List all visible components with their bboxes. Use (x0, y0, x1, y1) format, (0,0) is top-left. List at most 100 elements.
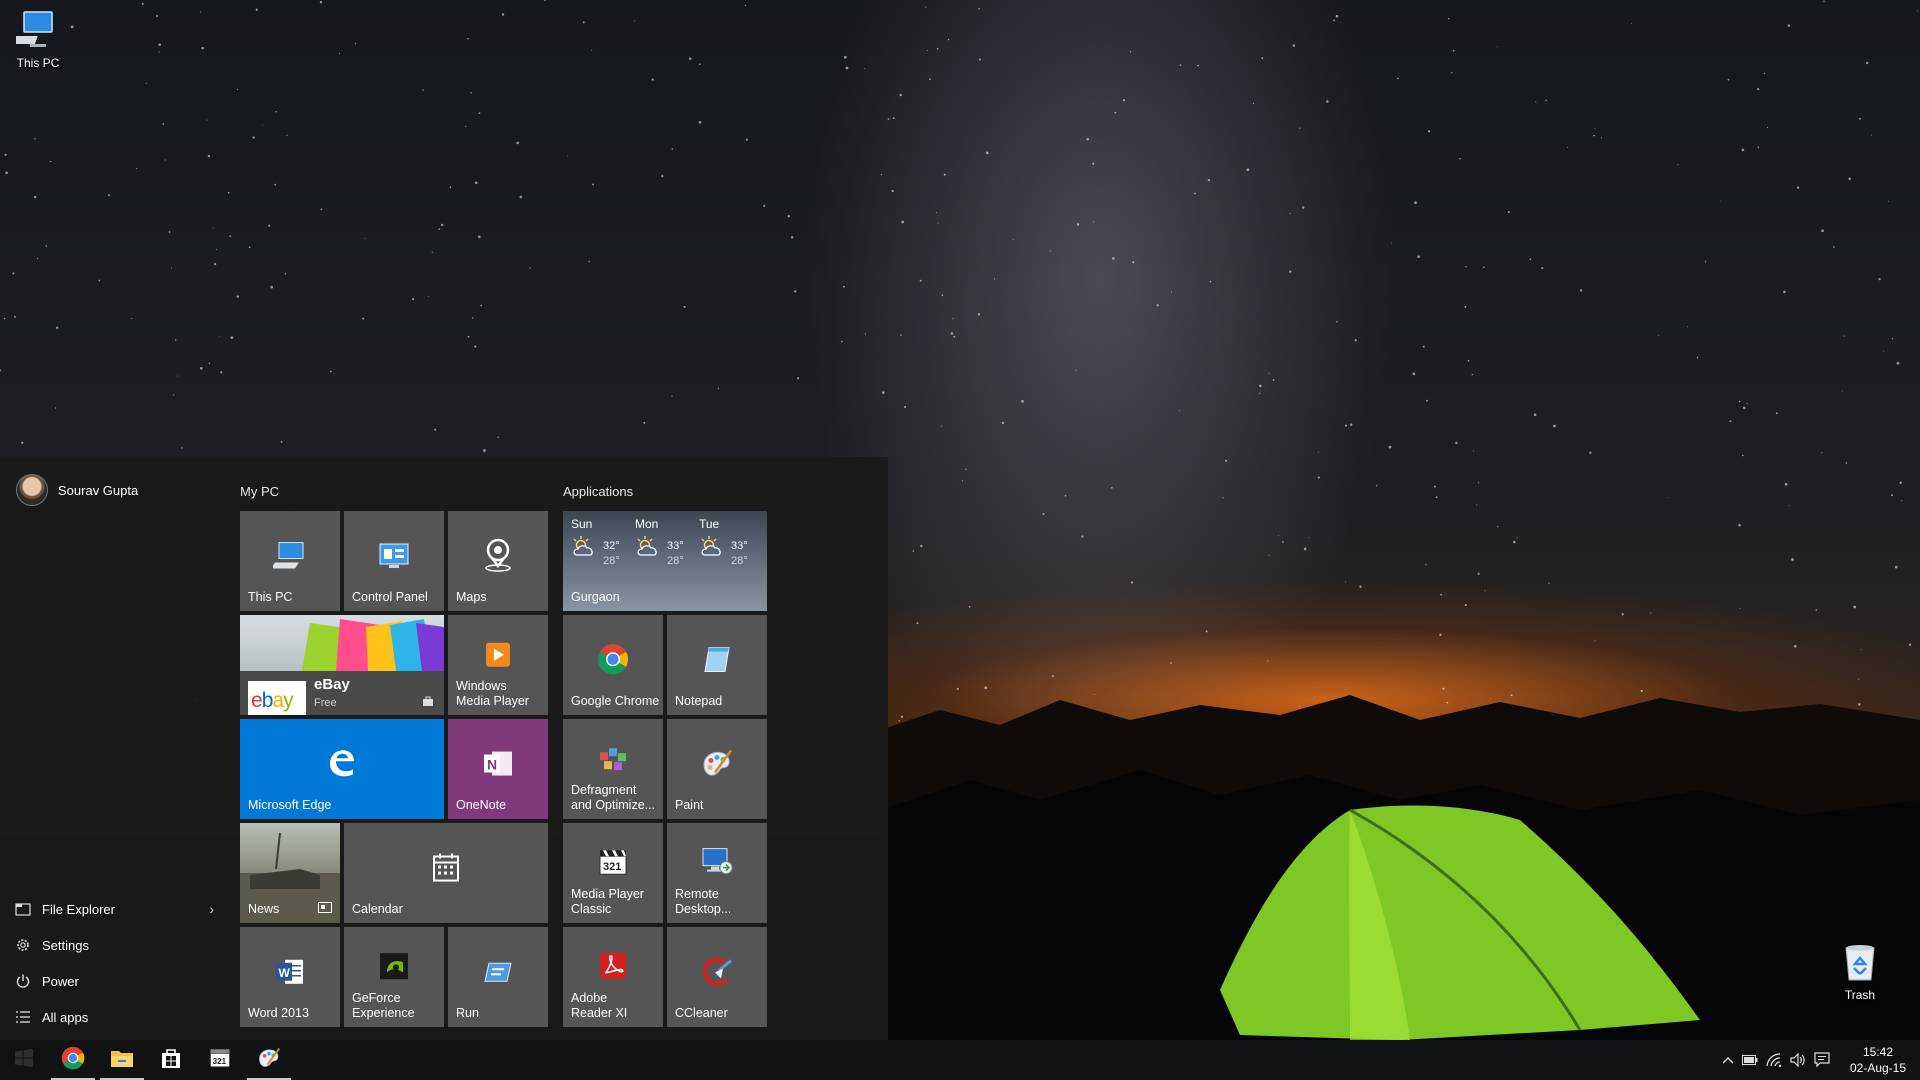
taskbar-media-player-classic[interactable]: 321 (196, 1040, 244, 1080)
word-icon: W (275, 958, 305, 989)
wifi-icon[interactable] (1764, 1050, 1784, 1070)
left-item-power[interactable]: Power (14, 972, 214, 990)
desktop-icon-this-pc[interactable]: This PC (0, 8, 76, 70)
weather-day: Tue 33° 28° (699, 517, 748, 567)
onenote-icon: N (482, 749, 514, 782)
left-item-label: Settings (42, 937, 89, 953)
taskbar-paint[interactable] (245, 1040, 293, 1080)
control-panel-icon (379, 543, 409, 572)
taskbar-chrome[interactable] (49, 1040, 97, 1080)
this-pc-icon (271, 541, 307, 574)
left-item-label: File Explorer (42, 901, 115, 917)
tile-geforce-experience[interactable]: GeForce Experience (344, 927, 444, 1027)
start-button[interactable] (0, 1040, 48, 1080)
action-center-icon[interactable] (1812, 1050, 1832, 1070)
news-badge-icon (318, 902, 332, 916)
edge-icon (326, 747, 358, 782)
weather-location: Gurgaon (571, 590, 620, 604)
ebay-banner-image (240, 615, 444, 671)
start-menu: Sourav Gupta File Explorer › Settings Po… (0, 457, 888, 1040)
left-item-all-apps[interactable]: All apps (14, 1008, 214, 1026)
tile-adobe-reader[interactable]: Adobe Reader XI (563, 927, 663, 1027)
store-bag-icon (422, 695, 434, 710)
tile-ebay[interactable]: ebay eBay Free (240, 615, 444, 715)
tile-notepad[interactable]: Notepad (667, 615, 767, 715)
media-player-classic-icon: 321 (598, 848, 628, 879)
partly-cloudy-icon (571, 536, 599, 560)
adobe-reader-icon (598, 951, 628, 984)
notepad-icon (703, 645, 731, 678)
svg-text:N: N (487, 757, 497, 773)
desktop-icon-label: This PC (16, 56, 60, 70)
taskbar-clock[interactable]: 15:42 02-Aug-15 (1840, 1044, 1916, 1076)
power-icon (14, 972, 32, 990)
tile-maps[interactable]: Maps (448, 511, 548, 611)
battery-icon[interactable] (1740, 1050, 1760, 1070)
tile-news[interactable]: News (240, 823, 340, 923)
file-explorer-icon (14, 900, 32, 918)
group-title-applications: Applications (563, 484, 634, 499)
paint-icon (701, 749, 733, 782)
file-explorer-icon (110, 1048, 134, 1073)
ebay-app-name: eBay (314, 676, 350, 693)
user-account[interactable]: Sourav Gupta (16, 474, 138, 506)
chevron-right-icon[interactable]: › (209, 901, 214, 917)
run-icon (483, 960, 513, 987)
tile-control-panel[interactable]: Control Panel (344, 511, 444, 611)
left-item-label: Power (42, 973, 79, 989)
nvidia-icon (379, 952, 409, 983)
left-item-settings[interactable]: Settings (14, 936, 214, 954)
tile-remote-desktop[interactable]: Remote Desktop... (667, 823, 767, 923)
tile-media-player-classic[interactable]: 321 Media Player Classic (563, 823, 663, 923)
gear-icon (14, 936, 32, 954)
partly-cloudy-icon (699, 536, 727, 560)
this-pc-icon (6, 8, 60, 52)
windows-media-player-icon (485, 642, 511, 671)
tile-weather[interactable]: Sun 32° 28° Mon 33° 28° Tue 33° 28° Gurgaon (563, 511, 767, 611)
remote-desktop-icon (701, 847, 733, 880)
tile-windows-media-player[interactable]: Windows Media Player (448, 615, 548, 715)
group-title-my-pc: My PC (240, 484, 279, 499)
chevron-up-icon[interactable] (1718, 1050, 1738, 1070)
volume-icon[interactable] (1788, 1050, 1808, 1070)
partly-cloudy-icon (635, 536, 663, 560)
svg-text:321: 321 (213, 1056, 227, 1065)
ebay-logo: ebay (248, 681, 306, 715)
tile-microsoft-edge[interactable]: Microsoft Edge (240, 719, 444, 819)
tile-google-chrome[interactable]: Google Chrome (563, 615, 663, 715)
avatar (16, 474, 48, 506)
store-icon (160, 1047, 182, 1074)
tile-word-2013[interactable]: W Word 2013 (240, 927, 340, 1027)
clock-date: 02-Aug-15 (1849, 1061, 1907, 1075)
media-player-classic-icon: 321 (209, 1047, 231, 1074)
ebay-price: Free (314, 697, 337, 709)
tile-calendar[interactable]: Calendar (344, 823, 548, 923)
tile-this-pc[interactable]: This PC (240, 511, 340, 611)
start-icon (15, 1048, 33, 1072)
taskbar: 321 15:42 02-Aug-15 (0, 1040, 1920, 1080)
ccleaner-icon (701, 957, 733, 990)
tile-onenote[interactable]: N OneNote (448, 719, 548, 819)
chrome-icon (597, 643, 629, 678)
tile-ccleaner[interactable]: CCleaner (667, 927, 767, 1027)
left-item-file-explorer[interactable]: File Explorer › (14, 900, 214, 918)
desktop-icon-label: Trash (1844, 988, 1876, 1002)
calendar-icon (432, 853, 460, 886)
taskbar-file-explorer[interactable] (98, 1040, 146, 1080)
left-item-label: All apps (42, 1009, 89, 1025)
paint-icon (257, 1047, 281, 1074)
desktop-icon-trash[interactable]: Trash (1822, 940, 1898, 1002)
svg-text:W: W (279, 966, 291, 980)
list-icon (14, 1008, 32, 1026)
tile-paint[interactable]: Paint (667, 719, 767, 819)
weather-day: Sun 32° 28° (571, 517, 620, 567)
defragment-icon (598, 744, 628, 775)
tile-defragment[interactable]: Defragment and Optimize... (563, 719, 663, 819)
clock-time: 15:42 (1862, 1045, 1894, 1059)
maps-icon (483, 538, 513, 575)
user-name: Sourav Gupta (58, 482, 139, 498)
recycle-bin-icon (1838, 940, 1882, 984)
weather-day: Mon 33° 28° (635, 517, 684, 567)
taskbar-store[interactable] (147, 1040, 195, 1080)
tile-run[interactable]: Run (448, 927, 548, 1027)
